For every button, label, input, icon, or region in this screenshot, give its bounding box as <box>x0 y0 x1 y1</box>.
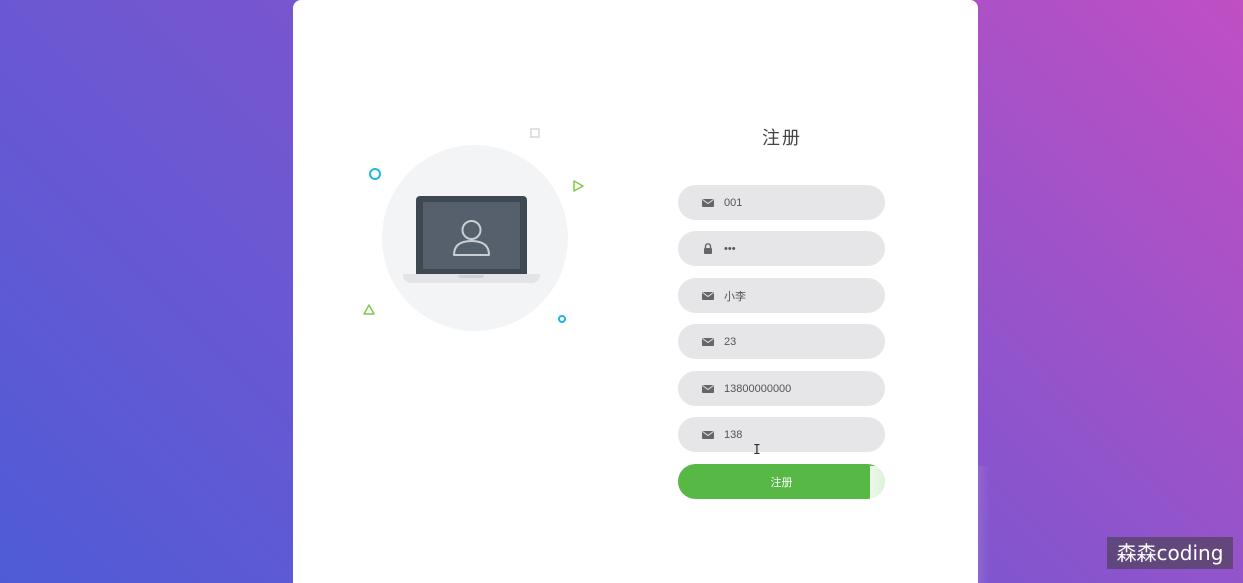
envelope-icon <box>702 290 714 302</box>
laptop-display <box>423 202 520 269</box>
deco-square-icon <box>530 128 540 138</box>
username-input[interactable] <box>724 196 874 209</box>
deco-dot-icon <box>558 315 566 323</box>
extra-input[interactable] <box>724 428 874 441</box>
envelope-icon <box>702 336 714 348</box>
phone-input[interactable] <box>724 382 874 395</box>
password-field[interactable] <box>678 231 885 266</box>
age-input[interactable] <box>724 335 874 348</box>
text-cursor-icon: I <box>753 443 761 458</box>
overlay-fade <box>870 466 990 583</box>
deco-triangle-right-icon <box>573 180 584 192</box>
register-button[interactable]: 注册 <box>678 464 885 499</box>
envelope-icon <box>702 429 714 441</box>
password-input[interactable] <box>724 242 874 255</box>
watermark: 森森coding <box>1107 537 1233 569</box>
user-icon <box>453 220 490 256</box>
lock-icon <box>702 243 714 255</box>
laptop-notch <box>458 275 484 278</box>
age-field[interactable] <box>678 324 885 359</box>
name-input[interactable] <box>724 289 874 302</box>
phone-field[interactable] <box>678 371 885 406</box>
laptop-screen <box>416 196 527 275</box>
deco-circle-icon <box>369 168 381 180</box>
deco-triangle-up-icon <box>363 304 375 315</box>
extra-field[interactable] <box>678 417 885 452</box>
form-title: 注册 <box>762 128 802 149</box>
envelope-icon <box>702 383 714 395</box>
envelope-icon <box>702 197 714 209</box>
name-field[interactable] <box>678 278 885 313</box>
username-field[interactable] <box>678 185 885 220</box>
